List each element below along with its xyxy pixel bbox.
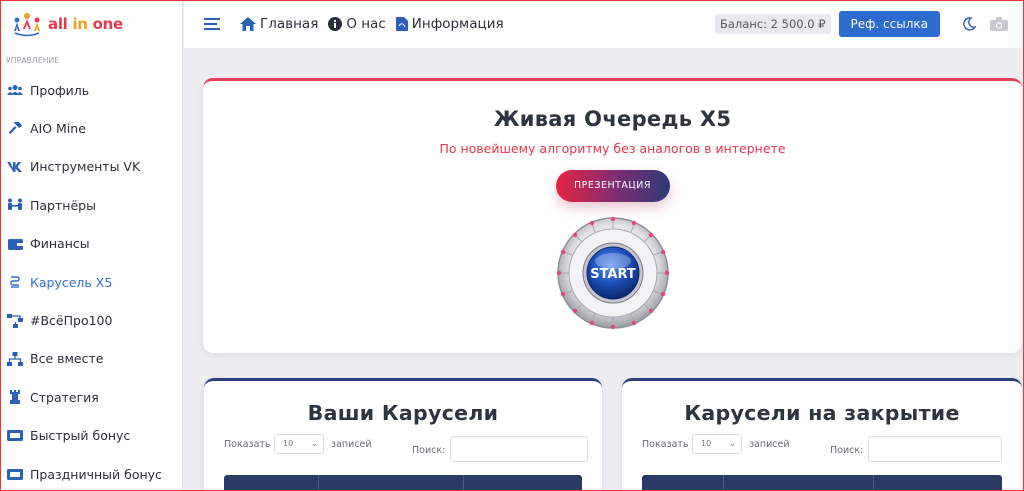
hero-subtitle: По новейшему алгоритму без аналогов в ин… [439, 141, 786, 156]
sidebar-item-label: Все вместе [30, 351, 104, 367]
sidebar-item-label: Праздничный бонус [30, 466, 162, 482]
sidebar-item-aio-mine[interactable]: AIO Mine [0, 109, 182, 147]
sidebar-item-label: Профиль [30, 82, 90, 98]
sidebar-nav: Профиль AIO Mine Инструменты VK Партнёры… [0, 71, 182, 491]
moon-icon[interactable] [958, 13, 980, 35]
sidebar-item-carousel-x5[interactable]: Карусель X5 [0, 263, 182, 301]
start-wheel-graphic: START [556, 216, 670, 330]
table-header-cell[interactable]: Дата [874, 475, 1002, 491]
logo-people-icon [14, 13, 40, 37]
home-icon [240, 17, 256, 31]
logo-word-one: one [92, 15, 124, 33]
vk-icon [6, 160, 24, 174]
sidebar-item-vk-tools[interactable]: Инструменты VK [0, 148, 182, 186]
file-pdf-icon [395, 17, 408, 31]
search-input[interactable] [450, 436, 588, 462]
hammer-icon [6, 121, 24, 136]
ticket-icon [6, 467, 24, 481]
sidebar-item-label: Быстрый бонус [30, 428, 131, 444]
presentation-button[interactable]: ПРЕЗЕНТАЦИЯ [555, 170, 670, 202]
sidebar-item-all-together[interactable]: Все вместе [0, 340, 182, 378]
card-title: Карусели на закрытие [684, 401, 960, 425]
closing-carousels-card: Карусели на закрытие Показать 10 ⌄ запис… [622, 378, 1022, 491]
your-carousels-card: Ваши Карусели Показать 10 ⌄ записей Поис… [204, 378, 602, 491]
nav-link-label: Главная [260, 16, 319, 32]
start-label: START [590, 267, 636, 282]
card-title: Ваши Карусели [307, 401, 499, 425]
sidebar-item-label: Карусель X5 [30, 274, 113, 290]
sidebar-item-label: Финансы [30, 236, 90, 252]
entries-length-select[interactable]: 10 ⌄ [274, 434, 324, 454]
sidebar-item-profile[interactable]: Профиль [0, 71, 182, 109]
logo-text: all in one [48, 15, 123, 33]
chevron-down-icon: ⌄ [311, 439, 318, 448]
users-icon [6, 83, 24, 97]
logo-word-in: in [72, 15, 88, 33]
sidebar: all in one УПРАВЛЕНИЕ Профиль AIO Mine И… [0, 0, 183, 491]
topbar-right: Баланс: 2 500.0 ₽ Реф. ссылка [714, 11, 1024, 37]
table-header-cell[interactable]: № [224, 475, 319, 491]
sidebar-section-label: УПРАВЛЕНИЕ [6, 56, 60, 65]
search-label: Поиск: [830, 445, 864, 456]
show-label: Показать [642, 439, 689, 450]
network-icon [6, 351, 24, 366]
chess-rook-icon [6, 390, 24, 405]
camera-icon[interactable] [988, 13, 1010, 35]
table-header-cell[interactable]: № [642, 475, 724, 491]
sidebar-item-label: Партнёры [30, 197, 96, 213]
sidebar-item-finance[interactable]: Финансы [0, 225, 182, 263]
start-wheel-button[interactable]: START [556, 216, 670, 330]
sidebar-item-label: Инструменты VK [30, 159, 141, 175]
table-header-row: № Баланс Дата [224, 475, 582, 491]
table-header-row: № Сумма Дата [642, 475, 1002, 491]
logo[interactable]: all in one [0, 0, 182, 48]
sitemap-icon [6, 313, 24, 328]
hero-title: Живая Очередь X5 [493, 107, 732, 131]
table-controls: Показать 10 ⌄ записей Поиск: [622, 431, 1022, 471]
partners-icon [6, 198, 24, 212]
nav-link-label: О нас [346, 16, 386, 32]
wallet-icon [6, 237, 24, 251]
topbar: Главная О нас Информация Баланс: 2 500.0… [184, 0, 1024, 48]
table-header-cell[interactable]: Сумма [724, 475, 874, 491]
length-value: 10 [283, 439, 294, 448]
sidebar-item-strategy[interactable]: Стратегия [0, 378, 182, 416]
info-icon [328, 17, 343, 31]
hero-card: Живая Очередь X5 По новейшему алгоритму … [203, 78, 1022, 353]
sidebar-item-partners[interactable]: Партнёры [0, 186, 182, 224]
records-label: записей [331, 439, 372, 450]
logo-word-all: all [48, 15, 68, 33]
entries-length-select[interactable]: 10 ⌄ [692, 434, 742, 454]
ticket-icon [6, 429, 24, 443]
table-controls: Показать 10 ⌄ записей Поиск: [204, 431, 602, 471]
sidebar-item-fast-bonus[interactable]: Быстрый бонус [0, 417, 182, 455]
referral-link-button[interactable]: Реф. ссылка [838, 11, 940, 37]
balance-display: Баланс: 2 500.0 ₽ [714, 14, 831, 34]
nav-link-info[interactable]: Информация [395, 16, 504, 32]
search-input[interactable] [868, 436, 1002, 462]
chevron-down-icon: ⌄ [729, 439, 736, 448]
nav-link-about[interactable]: О нас [328, 16, 386, 32]
nav-link-home[interactable]: Главная [240, 16, 318, 32]
table-header-cell[interactable]: Баланс [319, 475, 464, 491]
sidebar-item-label: Стратегия [30, 389, 99, 405]
sidebar-item-vsepro100[interactable]: #ВсёПро100 [0, 301, 182, 339]
show-label: Показать [224, 439, 271, 450]
sidebar-item-label: AIO Mine [30, 121, 86, 137]
carousel-icon [6, 275, 24, 289]
sidebar-item-holiday-bonus[interactable]: Праздничный бонус [0, 455, 182, 491]
search-label: Поиск: [412, 445, 446, 456]
sidebar-item-label: #ВсёПро100 [30, 313, 113, 329]
records-label: записей [749, 439, 790, 450]
length-value: 10 [701, 439, 712, 448]
table-header-cell[interactable]: Дата [464, 475, 582, 491]
nav-link-label: Информация [411, 16, 504, 32]
menu-toggle-icon[interactable] [204, 18, 220, 30]
